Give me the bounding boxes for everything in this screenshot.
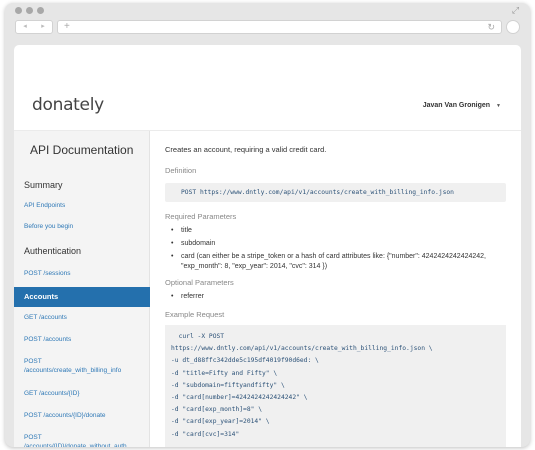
browser-titlebar: ⤢	[5, 3, 530, 17]
nav-buttons: ◂ ▸	[15, 20, 53, 34]
fullscreen-icon[interactable]: ⤢	[511, 6, 520, 15]
address-bar[interactable]: + ↻	[57, 20, 502, 34]
list-item: card (can either be a stripe_token or a …	[165, 252, 506, 272]
content-area: API Documentation Summary API Endpoints …	[14, 131, 521, 447]
required-params-label: Required Parameters	[165, 212, 237, 221]
list-item: subdomain	[165, 239, 506, 249]
user-name: Javan Van Gronigen	[422, 102, 491, 109]
browser-action-button[interactable]	[506, 20, 520, 34]
site-header: donately Javan Van Gronigen ▼	[14, 45, 521, 131]
main-content: Creates an account, requiring a valid cr…	[150, 131, 521, 447]
sidebar-item-accounts[interactable]: Accounts	[14, 287, 150, 307]
new-tab-icon[interactable]: +	[64, 21, 70, 33]
sidebar-item-post-accounts[interactable]: POST /accounts	[14, 329, 149, 351]
example-request-label: Example Request	[165, 310, 225, 319]
user-menu[interactable]: Javan Van Gronigen ▼	[423, 102, 501, 109]
sidebar-item-get-accounts[interactable]: GET /accounts	[14, 307, 149, 329]
zoom-window-button[interactable]	[37, 7, 44, 14]
required-params-list: title subdomain card (can either be a st…	[165, 226, 506, 272]
sidebar-item-before-you-begin[interactable]: Before you begin	[14, 216, 149, 237]
sidebar-item-get-account-id[interactable]: GET /accounts/{ID}	[14, 383, 149, 405]
browser-window: ⤢ ◂ ▸ + ↻ donately Javan Van Gronigen ▼ A…	[5, 3, 530, 447]
close-window-button[interactable]	[15, 7, 22, 14]
optional-params-label: Optional Parameters	[165, 278, 234, 287]
web-page: donately Javan Van Gronigen ▼ API Documen…	[14, 45, 521, 447]
definition-label: Definition	[165, 166, 197, 175]
sidebar: API Documentation Summary API Endpoints …	[14, 131, 150, 447]
definition-code: POST https://www.dntly.com/api/v1/accoun…	[165, 183, 506, 202]
back-icon[interactable]: ◂	[16, 21, 34, 33]
forward-icon[interactable]: ▸	[34, 21, 52, 33]
sidebar-section-summary[interactable]: Summary	[14, 175, 149, 195]
optional-params-list: referrer	[165, 292, 506, 302]
sidebar-item-post-donate-without-auth[interactable]: POST /accounts/{ID}/donate_without_auth	[14, 427, 149, 447]
sidebar-item-api-endpoints[interactable]: API Endpoints	[14, 195, 149, 216]
sidebar-section-authentication[interactable]: Authentication	[14, 241, 149, 261]
reload-icon[interactable]: ↻	[487, 21, 495, 33]
sidebar-item-post-create-with-billing[interactable]: POST /accounts/create_with_billing_info	[14, 351, 149, 383]
sidebar-item-post-sessions[interactable]: POST /sessions	[14, 263, 149, 285]
minimize-window-button[interactable]	[26, 7, 33, 14]
caret-down-icon: ▼	[496, 103, 501, 109]
endpoint-description: Creates an account, requiring a valid cr…	[165, 145, 327, 154]
sidebar-item-post-donate[interactable]: POST /accounts/{ID}/donate	[14, 405, 149, 427]
list-item: referrer	[165, 292, 506, 302]
donately-logo[interactable]: donately	[32, 95, 104, 115]
example-request-code: curl -X POST https://www.dntly.com/api/v…	[165, 325, 506, 447]
list-item: title	[165, 226, 506, 236]
sidebar-title: API Documentation	[30, 143, 134, 157]
browser-toolbar: ◂ ▸ + ↻	[5, 17, 530, 39]
